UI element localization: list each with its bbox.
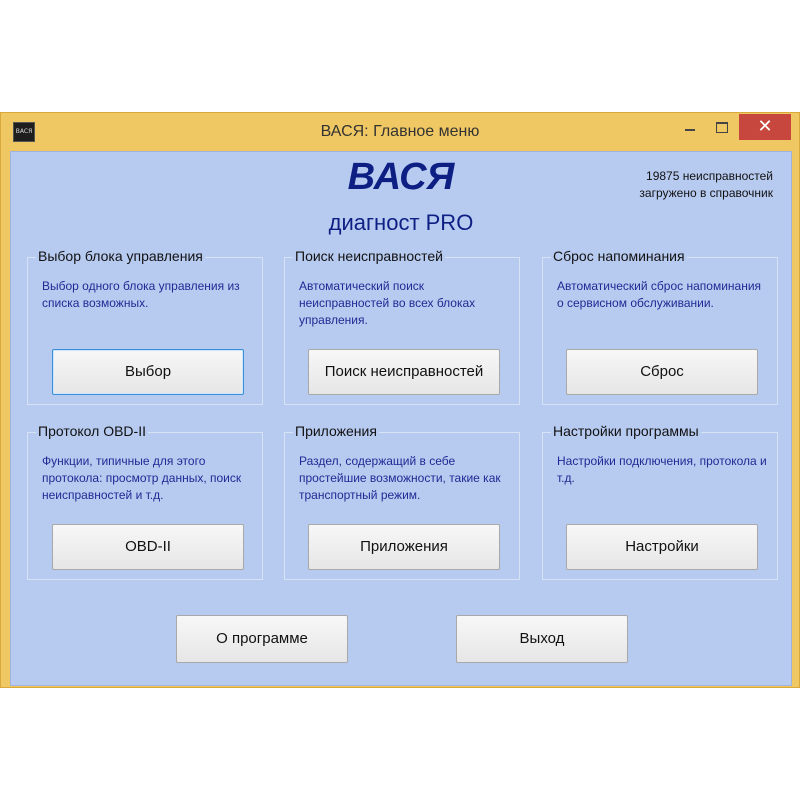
group-select-control-unit: Выбор блока управления Выбор одного блок… (27, 248, 263, 405)
group-description: Функции, типичные для этого протокола: п… (42, 454, 242, 502)
group-description: Раздел, содержащий в себе простейшие воз… (299, 454, 501, 502)
group-title: Поиск неисправностей (293, 248, 445, 264)
maximize-icon (716, 121, 728, 133)
group-fault-search: Поиск неисправностей Автоматический поис… (284, 248, 520, 405)
group-title: Настройки программы (551, 423, 701, 439)
select-button[interactable]: Выбор (52, 349, 244, 395)
group-title: Выбор блока управления (36, 248, 205, 264)
minimize-icon (685, 129, 695, 132)
fault-count-line: 19875 неисправностей (646, 169, 773, 183)
group-description: Автоматический сброс напоминания о серви… (557, 279, 762, 310)
main-window: ВАСЯ ВАСЯ: Главное меню ✕ ВАСЯ диагност … (0, 112, 800, 688)
group-obd2-protocol: Протокол OBD-II Функции, типичные для эт… (27, 423, 263, 580)
fault-count-caption: загружено в справочник (639, 186, 773, 200)
fault-search-button[interactable]: Поиск неисправностей (308, 349, 500, 395)
exit-button[interactable]: Выход (456, 615, 628, 663)
client-area: ВАСЯ диагност PRO 19875 неисправностей з… (10, 151, 792, 686)
title-bar[interactable]: ВАСЯ ВАСЯ: Главное меню ✕ (1, 113, 799, 149)
settings-button[interactable]: Настройки (566, 524, 758, 570)
group-description: Автоматический поиск неисправностей во в… (299, 279, 476, 327)
minimize-button[interactable] (677, 114, 703, 140)
group-description: Настройки подключения, протокола и т.д. (557, 454, 767, 485)
group-applications: Приложения Раздел, содержащий в себе про… (284, 423, 520, 580)
group-program-settings: Настройки программы Настройки подключени… (542, 423, 778, 580)
applications-button[interactable]: Приложения (308, 524, 500, 570)
group-title: Протокол OBD-II (36, 423, 148, 439)
group-title: Приложения (293, 423, 379, 439)
close-button[interactable]: ✕ (739, 114, 791, 140)
fault-count-info: 19875 неисправностей загружено в справоч… (551, 168, 773, 202)
maximize-button[interactable] (709, 114, 735, 140)
reset-button[interactable]: Сброс (566, 349, 758, 395)
brand-subtitle: диагност PRO (328, 210, 474, 235)
group-title: Сброс напоминания (551, 248, 687, 264)
about-button[interactable]: О программе (176, 615, 348, 663)
group-description: Выбор одного блока управления из списка … (42, 279, 240, 310)
obd2-button[interactable]: OBD-II (52, 524, 244, 570)
group-reset-reminder: Сброс напоминания Автоматический сброс н… (542, 248, 778, 405)
close-icon: ✕ (757, 116, 773, 136)
